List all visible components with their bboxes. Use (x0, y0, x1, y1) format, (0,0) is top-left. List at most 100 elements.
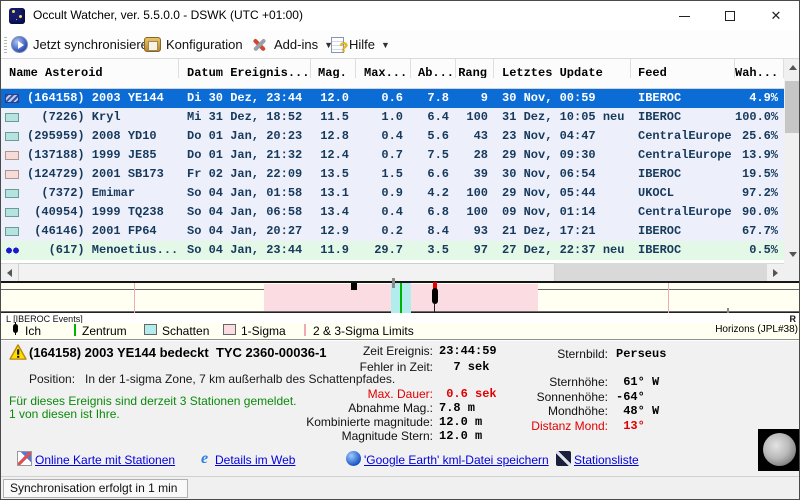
cell-name: (40954) 1999 TQ238 (1, 203, 179, 222)
cell-ab: 7.5 (427, 148, 449, 162)
column-header[interactable]: Wah... (735, 59, 784, 78)
cell-update: 29 Nov, 09:30 (502, 148, 596, 162)
field-value: 48° W (616, 404, 660, 418)
arrow-up-icon (788, 65, 797, 70)
cell-update: 23 Nov, 04:47 (502, 129, 596, 143)
cell-ab: 6.8 (427, 205, 449, 219)
my-station-marker-stem (434, 304, 435, 313)
web-details-link[interactable]: Details im Web (215, 453, 295, 467)
table-row[interactable]: (617) Menoetius... So 04 Jan, 23:44 11.9 29… (1, 241, 784, 260)
window-title: Occult Watcher, ver. 5.5.0.0 - DSWK (UTC… (33, 8, 303, 22)
addins-menu-button[interactable]: Add-ins ▼ (250, 31, 333, 58)
field-value: 12.0 m (439, 415, 483, 429)
vertical-scroll-thumb[interactable] (785, 81, 799, 133)
app-window: Occult Watcher, ver. 5.5.0.0 - DSWK (UTC… (0, 0, 800, 500)
legend-sigma1-label: 1-Sigma (241, 324, 286, 338)
scroll-up-button[interactable] (784, 59, 799, 76)
google-earth-icon (346, 451, 361, 466)
events-table: (164158) 2003 YE144 Di 30 Dez, 23:44 12.0 0… (1, 89, 784, 260)
cell-rang: 43 (473, 129, 488, 143)
column-header[interactable]: Mag. (311, 59, 356, 78)
column-header[interactable]: Rang (456, 59, 494, 78)
cell-max: 1.0 (381, 110, 403, 124)
cell-max: 0.7 (381, 148, 403, 162)
legend-ich-label: Ich (25, 324, 42, 338)
cell-rang: 93 (473, 224, 488, 238)
horizontal-scroll-thumb[interactable] (18, 263, 555, 282)
asteroid-type-icon (5, 246, 19, 255)
table-row[interactable]: (46146) 2001 FP64 So 04 Jan, 20:27 12.9 0.2… (1, 222, 784, 241)
field-label: Zeit Ereignis: (362, 344, 433, 358)
cell-ab: 8.4 (427, 224, 449, 238)
occultation-timeline-plot[interactable] (1, 278, 799, 313)
cell-max: 0.2 (381, 224, 403, 238)
cell-datum: Di 30 Dez, 23:44 (187, 91, 303, 105)
cell-feed: CentralEurope (638, 129, 732, 143)
cell-ab: 4.2 (427, 186, 449, 200)
center-tick (392, 278, 395, 288)
plot-legend: Ich Zentrum Schatten 1-Sigma 2 & 3-Sigma… (1, 322, 799, 340)
plot-label-strip: L [IBEROC Events] R (1, 314, 799, 324)
cell-feed: CentralEurope (638, 148, 732, 162)
scroll-right-button[interactable] (767, 264, 784, 281)
maximize-icon (725, 11, 735, 21)
sigma-limit-line (668, 283, 669, 313)
tools-icon (250, 36, 269, 53)
table-row[interactable]: (40954) 1999 TQ238 So 04 Jan, 06:58 13.4 0.… (1, 203, 784, 222)
cell-feed: IBEROC (638, 167, 682, 181)
chevron-down-icon: ▼ (381, 39, 390, 50)
column-header[interactable]: Max... (356, 59, 411, 78)
field-label: Fehler in Zeit: (359, 360, 433, 374)
table-row[interactable]: (137188) 1999 JE85 Do 01 Jan, 21:32 12.4 0.… (1, 146, 784, 165)
configuration-button[interactable]: Konfiguration (144, 31, 243, 58)
table-row[interactable]: (124729) 2001 SB173 Fr 02 Jan, 22:09 13.5 1… (1, 165, 784, 184)
configuration-label: Konfiguration (166, 37, 243, 52)
table-header[interactable]: Name Asteroid Datum Ereignis... Mag. Max...… (1, 59, 784, 89)
help-menu-button[interactable]: Hilfe ▼ (331, 31, 390, 58)
column-header[interactable]: Feed (631, 59, 735, 78)
column-header[interactable]: Name Asteroid (1, 59, 179, 78)
minimize-button[interactable] (661, 1, 707, 31)
field-label: Sonnenhöhe: (536, 390, 608, 404)
cell-rang: 100 (466, 205, 488, 219)
cell-mag: 13.5 (320, 167, 349, 181)
asteroid-type-icon (5, 208, 19, 217)
my-station-legend-icon (13, 322, 18, 335)
cell-ab: 7.8 (427, 91, 449, 105)
cell-feed: IBEROC (638, 224, 682, 238)
app-icon (9, 8, 25, 24)
your-station-text: 1 von diesen ist Ihre. (9, 407, 120, 421)
cell-feed: UKOCL (638, 186, 675, 200)
table-row[interactable]: (7226) Kryl Mi 31 Dez, 18:52 11.5 1.0 6.4 100… (1, 108, 784, 127)
maximize-button[interactable] (707, 1, 753, 31)
kml-save-link[interactable]: 'Google Earth' kml-Datei speichern (364, 453, 549, 467)
close-button[interactable]: ✕ (753, 1, 799, 31)
cell-feed: IBEROC (638, 110, 682, 124)
online-map-link[interactable]: Online Karte mit Stationen (35, 453, 175, 467)
field-value: Perseus (616, 347, 667, 361)
sync-now-button[interactable]: Jetzt synchronisieren (11, 31, 155, 58)
asteroid-type-icon (5, 189, 19, 198)
station-list-link[interactable]: Stationsliste (574, 453, 639, 467)
table-row[interactable]: (295959) 2008 YD10 Do 01 Jan, 20:23 12.8 0.… (1, 127, 784, 146)
scrollbar-corner (784, 263, 799, 282)
legend-schatten-label: Schatten (162, 324, 210, 338)
field-label: Max. Dauer: (367, 387, 433, 401)
scroll-left-button[interactable] (1, 264, 18, 281)
field-label: Sternbild: (557, 347, 608, 361)
table-row[interactable]: (164158) 2003 YE144 Di 30 Dez, 23:44 12.0 0… (1, 89, 784, 108)
vertical-scrollbar[interactable] (784, 59, 799, 263)
cell-datum: So 04 Jan, 23:44 (187, 243, 303, 257)
column-header[interactable]: Datum Ereignis... (179, 59, 311, 78)
field-label: Mondhöhe: (547, 404, 608, 418)
toolbar-grip[interactable] (4, 37, 7, 54)
field-label: Distanz Mond: (531, 419, 608, 433)
column-header[interactable]: Ab... (411, 59, 456, 78)
asteroid-type-icon (5, 113, 19, 122)
scroll-down-button[interactable] (784, 246, 799, 263)
table-row[interactable]: (7372) Emimar So 04 Jan, 01:58 13.1 0.9 4.2 1… (1, 184, 784, 203)
column-header[interactable]: Letztes Update (494, 59, 631, 78)
cell-update: 21 Dez, 17:21 (502, 224, 596, 238)
cell-update: 31 Dez, 10:05 neu (502, 110, 625, 124)
cell-rang: 9 (480, 91, 488, 105)
